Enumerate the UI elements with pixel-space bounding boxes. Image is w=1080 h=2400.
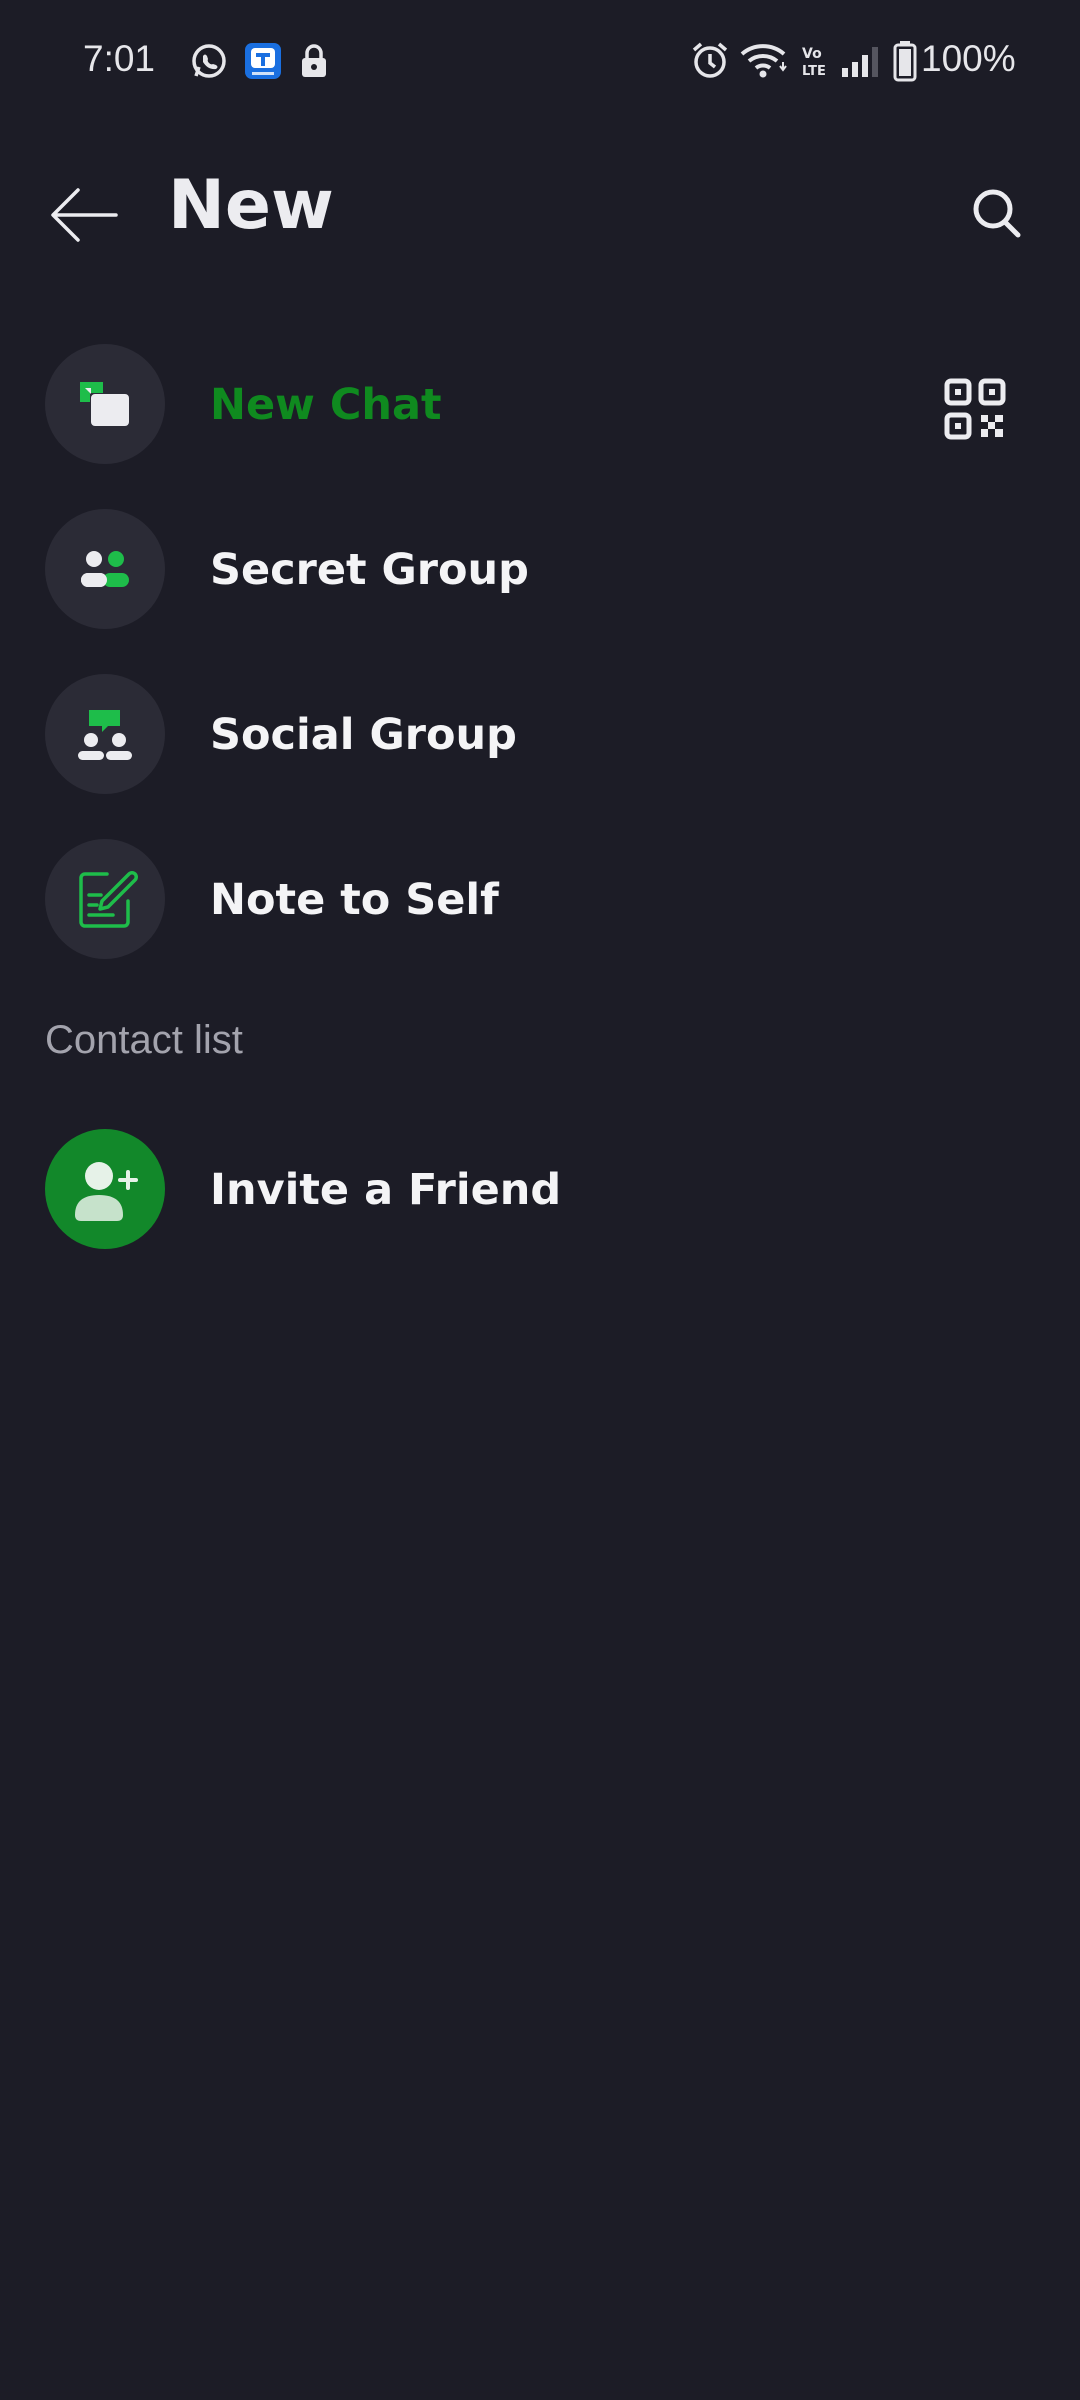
arrow-left-icon <box>40 188 130 264</box>
battery-icon <box>893 40 917 87</box>
page-title: New <box>168 166 334 245</box>
menu-item-note-to-self[interactable]: Note to Self <box>0 829 1080 969</box>
menu-item-new-chat[interactable]: New Chat <box>0 334 1080 474</box>
battery-percentage: 100% <box>921 38 1016 79</box>
svg-text:Vo: Vo <box>802 46 822 62</box>
secret-group-icon-container <box>45 509 165 629</box>
signal-icon <box>840 44 882 83</box>
alarm-icon <box>690 40 730 85</box>
invite-friend-label: Invite a Friend <box>210 1165 562 1215</box>
svg-text:LTE: LTE <box>802 64 826 78</box>
menu-item-label: Secret Group <box>210 545 529 595</box>
wifi-icon <box>740 40 788 85</box>
menu-item-social-group[interactable]: Social Group <box>0 664 1080 804</box>
whatsapp-icon <box>190 42 228 85</box>
status-bar: 7:01 Vo LTE 100% <box>0 0 1080 120</box>
new-chat-icon-container <box>45 344 165 464</box>
menu-item-label: Social Group <box>210 710 517 760</box>
lock-icon <box>298 42 330 85</box>
app-notification-icon <box>244 42 282 85</box>
social-group-icon-container <box>45 674 165 794</box>
qr-code-icon <box>930 378 1020 458</box>
status-time: 7:01 <box>83 38 156 79</box>
menu-item-label: Note to Self <box>210 875 499 925</box>
app-header: New <box>0 140 1080 270</box>
qr-code-button[interactable] <box>930 364 1020 454</box>
search-icon <box>950 189 1040 262</box>
volte-icon: Vo LTE <box>800 44 828 83</box>
menu-item-secret-group[interactable]: Secret Group <box>0 499 1080 639</box>
menu-item-label: New Chat <box>210 380 442 430</box>
note-icon-container <box>45 839 165 959</box>
invite-friend-item[interactable]: Invite a Friend <box>0 1119 1080 1259</box>
back-button[interactable] <box>40 170 130 260</box>
search-button[interactable] <box>950 168 1040 258</box>
section-title-contact-list: Contact list <box>45 1018 243 1062</box>
invite-icon-container <box>45 1129 165 1249</box>
